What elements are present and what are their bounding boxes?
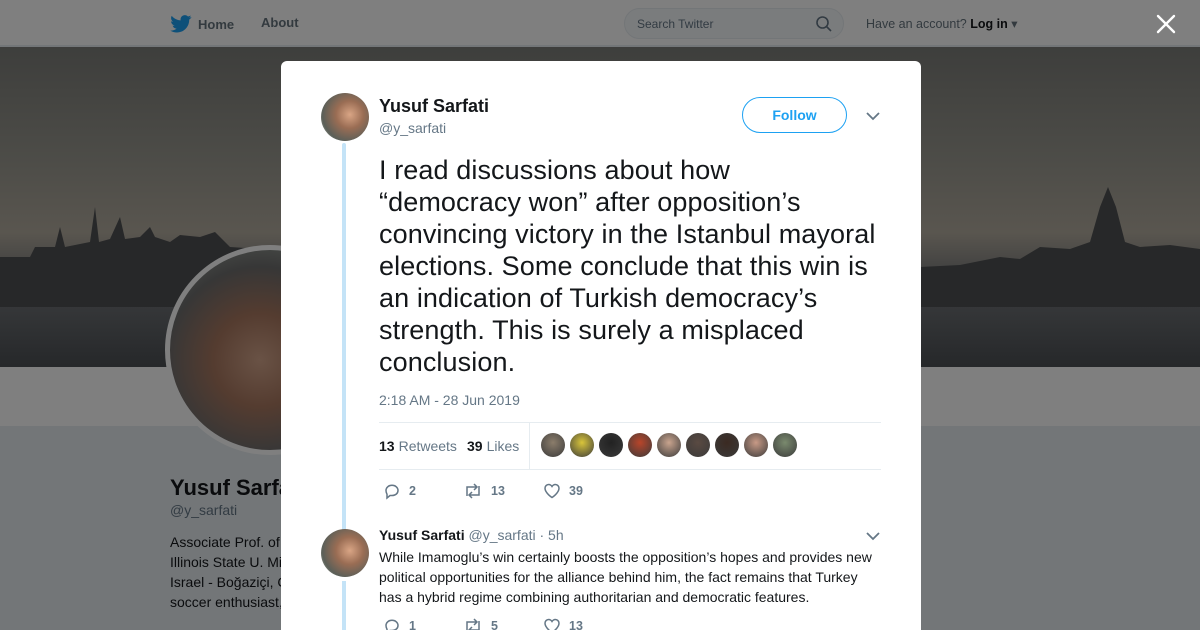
likes-count: 39 — [467, 438, 483, 454]
retweet-icon — [466, 618, 480, 630]
reply-icon — [385, 484, 399, 500]
liker-avatar[interactable] — [773, 433, 797, 457]
retweet-count: 5 — [491, 619, 498, 630]
like-count: 13 — [569, 619, 583, 630]
liker-avatar[interactable] — [686, 433, 710, 457]
like-button[interactable]: 13 — [543, 617, 623, 630]
reply-author-handle[interactable]: @y_sarfati — [468, 527, 535, 543]
reply-count: 2 — [409, 484, 416, 498]
thread-connector — [342, 581, 346, 630]
tweet-stats: 13 Retweets 39 Likes — [379, 422, 881, 470]
reply-icon — [385, 619, 399, 630]
tweet-timestamp[interactable]: 2:18 AM - 28 Jun 2019 — [379, 392, 520, 408]
like-count: 39 — [569, 484, 583, 498]
reply-button[interactable]: 1 — [383, 617, 463, 630]
author-name[interactable]: Yusuf Sarfati — [379, 96, 489, 117]
reply-header: Yusuf Sarfati @y_sarfati · 5h — [379, 527, 564, 543]
liker-avatar[interactable] — [628, 433, 652, 457]
chevron-down-icon[interactable] — [866, 111, 880, 121]
retweet-button[interactable]: 13 — [463, 482, 543, 500]
liker-avatar[interactable] — [570, 433, 594, 457]
thread-connector — [342, 143, 346, 563]
tweet-text: I read discussions about how “democracy … — [379, 155, 876, 377]
reply-author-name[interactable]: Yusuf Sarfati — [379, 527, 465, 543]
stats-divider — [529, 423, 530, 469]
retweet-button[interactable]: 5 — [463, 617, 543, 630]
like-button[interactable]: 39 — [543, 482, 623, 500]
tweet-actions: 2 13 39 — [383, 482, 623, 500]
reply-actions: 1 5 13 — [383, 617, 623, 630]
liker-avatar[interactable] — [541, 433, 565, 457]
retweets-stat[interactable]: 13 Retweets — [379, 438, 457, 454]
close-icon[interactable] — [1154, 12, 1178, 36]
reply-author-avatar[interactable] — [321, 529, 369, 577]
retweet-count: 13 — [491, 484, 505, 498]
retweet-icon — [466, 483, 480, 499]
author-avatar[interactable] — [321, 93, 369, 141]
liker-avatar[interactable] — [599, 433, 623, 457]
tweet-modal: Yusuf Sarfati @y_sarfati Follow I read d… — [281, 61, 921, 630]
reply-time[interactable]: · 5h — [540, 527, 564, 543]
likes-stat[interactable]: 39 Likes — [467, 438, 519, 454]
follow-button[interactable]: Follow — [742, 97, 847, 133]
chevron-down-icon[interactable] — [866, 531, 880, 541]
likes-label: Likes — [486, 438, 520, 454]
reply-button[interactable]: 2 — [383, 482, 463, 500]
retweets-count: 13 — [379, 438, 395, 454]
heart-icon — [544, 483, 560, 499]
liker-avatar[interactable] — [657, 433, 681, 457]
liker-avatar[interactable] — [744, 433, 768, 457]
retweets-label: Retweets — [398, 438, 457, 454]
author-handle[interactable]: @y_sarfati — [379, 120, 446, 136]
reply-count: 1 — [409, 619, 416, 630]
liker-avatars — [541, 433, 797, 457]
reply-text: While Imamoglu’s win certainly boosts th… — [379, 549, 872, 605]
liker-avatar[interactable] — [715, 433, 739, 457]
heart-icon — [544, 618, 560, 630]
